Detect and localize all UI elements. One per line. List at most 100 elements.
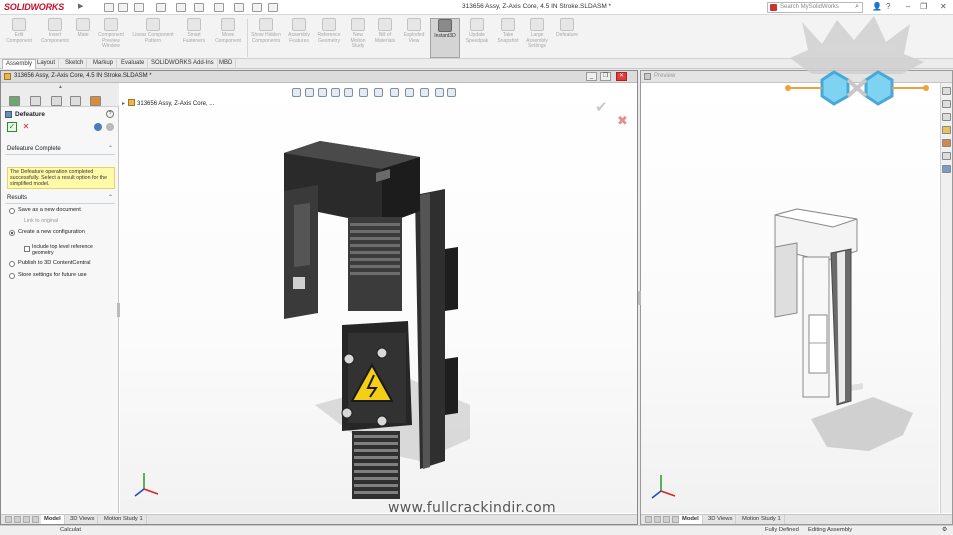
back-button[interactable] <box>94 123 102 131</box>
configurationmanager-tab-icon[interactable] <box>51 96 62 106</box>
select-icon[interactable] <box>214 3 224 12</box>
window-close-icon[interactable]: ✕ <box>616 72 627 81</box>
preview-graphics-area[interactable] <box>641 83 939 513</box>
take-snapshot-button[interactable]: Take Snapshot <box>494 18 522 58</box>
tab-scroll-first-icon[interactable] <box>645 516 652 523</box>
tab-model[interactable]: Model <box>679 515 703 524</box>
tab-evaluate[interactable]: Evaluate <box>118 59 149 69</box>
radio-publish-3d-contentcentral[interactable]: Publish to 3D ContentCentral <box>9 260 115 268</box>
restore-icon[interactable]: ❐ <box>920 2 927 11</box>
window-minimize-icon[interactable]: _ <box>586 72 597 81</box>
display-manager-tab-icon[interactable] <box>90 96 101 106</box>
next-button[interactable] <box>106 123 114 131</box>
update-speedpak-button[interactable]: Update Speedpak <box>462 18 492 58</box>
model-window-titlebar[interactable]: 313656 Assy, Z-Axis Core, 4.5 IN Stroke.… <box>1 71 637 83</box>
tab-markup[interactable]: Markup <box>90 59 118 69</box>
file-explorer-icon[interactable] <box>942 113 951 121</box>
open-document-icon[interactable] <box>118 3 128 12</box>
new-document-icon[interactable] <box>104 3 114 12</box>
minimize-icon[interactable]: – <box>906 2 910 11</box>
new-motion-study-button[interactable]: New Motion Study <box>345 18 371 58</box>
assembly-features-button[interactable]: Assembly Features <box>285 18 313 58</box>
radio-button[interactable] <box>9 230 15 236</box>
tab-addins[interactable]: SOLIDWORKS Add-Ins <box>148 59 218 69</box>
component-preview-button[interactable]: Component Preview Window <box>93 18 129 58</box>
radio-save-new-document[interactable]: Save as a new document <box>9 207 115 215</box>
tab-scroll-next-icon[interactable] <box>23 516 30 523</box>
cancel-button[interactable]: ✕ <box>21 122 31 132</box>
save-icon[interactable] <box>134 3 144 12</box>
menu-arrow-icon[interactable]: ▶ <box>78 2 83 10</box>
show-hidden-button[interactable]: Show Hidden Components <box>250 18 282 58</box>
large-assembly-settings-button[interactable]: Large Assembly Settings <box>523 18 551 58</box>
linear-pattern-button[interactable]: Linear Component Pattern <box>130 18 176 58</box>
preview-side-plate <box>774 242 798 318</box>
section-results[interactable]: Results ⌃ <box>5 194 115 204</box>
propertymanager-tab-icon[interactable] <box>30 96 41 106</box>
tab-3d-views[interactable]: 3D Views <box>705 515 737 524</box>
graphics-area[interactable]: ▸ 313656 Assy, Z-Axis Core, ... ✔ ✖ <box>120 83 637 513</box>
tab-scroll-first-icon[interactable] <box>5 516 12 523</box>
defeature-button[interactable]: Defeature <box>553 18 581 58</box>
tab-motion-study[interactable]: Motion Study 1 <box>739 515 785 524</box>
community-forum-icon[interactable] <box>942 165 951 173</box>
z-axis-assembly-model[interactable] <box>120 83 637 513</box>
help-icon[interactable]: ? <box>886 2 890 11</box>
options-icon[interactable] <box>268 3 278 12</box>
collapse-caret-icon[interactable]: ⌃ <box>108 145 113 152</box>
help-icon[interactable]: ? <box>106 110 114 118</box>
print-icon[interactable] <box>156 3 166 12</box>
edit-component-button[interactable]: Edit Component <box>2 18 36 58</box>
appearances-icon[interactable] <box>942 139 951 147</box>
window-restore-icon[interactable]: ❐ <box>600 72 611 81</box>
radio-button[interactable] <box>9 261 15 267</box>
exploded-view-button[interactable]: Exploded View <box>400 18 428 58</box>
tab-scroll-last-icon[interactable] <box>672 516 679 523</box>
include-reference-checkbox[interactable] <box>24 246 30 252</box>
featuremanager-tab-icon[interactable] <box>9 96 20 106</box>
ribbon-label: Show Hidden Components <box>251 32 281 44</box>
move-component-button[interactable]: Move Component <box>212 18 244 58</box>
tab-scroll-next-icon[interactable] <box>663 516 670 523</box>
status-settings-icon[interactable]: ⚙ <box>942 527 947 533</box>
undo-icon[interactable] <box>176 3 186 12</box>
tab-model[interactable]: Model <box>41 515 65 524</box>
user-icon[interactable]: 👤 <box>872 2 882 11</box>
dimxpert-tab-icon[interactable] <box>70 96 81 106</box>
mate-button[interactable]: Mate <box>74 18 92 58</box>
radio-store-settings[interactable]: Store settings for future use <box>9 272 115 280</box>
collapse-arrow-icon[interactable]: ▲ <box>58 84 63 90</box>
custom-properties-icon[interactable] <box>942 152 951 160</box>
status-progress-text: Calculat <box>60 527 81 533</box>
tab-scroll-prev-icon[interactable] <box>14 516 21 523</box>
search-input[interactable]: Search MySolidWorks ⌕ <box>767 2 863 13</box>
tab-motion-study[interactable]: Motion Study 1 <box>101 515 147 524</box>
file-properties-icon[interactable] <box>252 3 262 12</box>
tab-scroll-prev-icon[interactable] <box>654 516 661 523</box>
close-icon[interactable]: ✕ <box>940 2 947 11</box>
radio-create-new-configuration[interactable]: Create a new configuration <box>9 229 115 237</box>
search-icon[interactable]: ⌕ <box>855 3 859 11</box>
tab-assembly[interactable]: Assembly <box>2 59 37 69</box>
smart-fasteners-button[interactable]: Smart Fasteners <box>178 18 210 58</box>
rebuild-icon[interactable] <box>234 3 244 12</box>
insert-components-button[interactable]: Insert Components <box>37 18 73 58</box>
tab-mbd[interactable]: MBD <box>216 59 237 69</box>
tab-3d-views[interactable]: 3D Views <box>67 515 99 524</box>
redo-icon[interactable] <box>194 3 204 12</box>
reference-geometry-button[interactable]: Reference Geometry <box>314 18 344 58</box>
ok-button[interactable]: ✓ <box>7 122 17 132</box>
solidworks-resources-icon[interactable] <box>942 87 951 95</box>
design-library-icon[interactable] <box>942 100 951 108</box>
radio-button[interactable] <box>9 208 15 214</box>
bill-of-materials-button[interactable]: Bill of Materials <box>372 18 398 58</box>
view-palette-icon[interactable] <box>942 126 951 134</box>
collapse-caret-icon[interactable]: ⌃ <box>108 194 113 201</box>
tab-scroll-last-icon[interactable] <box>32 516 39 523</box>
radio-button[interactable] <box>9 273 15 279</box>
tab-layout[interactable]: Layout <box>34 59 60 69</box>
instant3d-button[interactable]: Instant3D <box>430 18 460 58</box>
tab-sketch[interactable]: Sketch <box>62 59 88 69</box>
solidworks-logo[interactable]: SOLIDWORKS <box>4 2 64 12</box>
section-defeature-complete[interactable]: Defeature Complete ⌃ <box>5 145 115 155</box>
